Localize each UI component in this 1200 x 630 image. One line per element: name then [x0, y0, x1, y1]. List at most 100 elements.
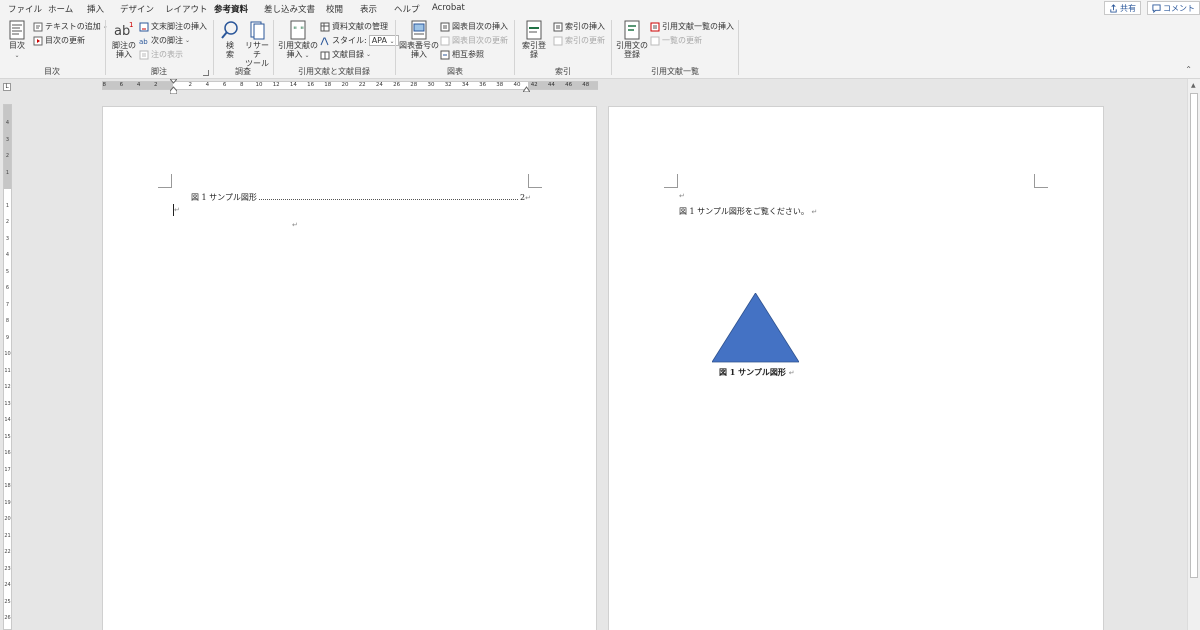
ruler-tick-label: 8 [240, 82, 244, 88]
group-label-table-of-authorities: 引用文献一覧 [651, 67, 699, 76]
chevron-down-icon: ⌄ [366, 51, 372, 58]
tab-selector[interactable]: L [3, 83, 11, 91]
paragraph-mark: ↵ [292, 221, 298, 229]
comments-button[interactable]: コメント [1147, 1, 1200, 15]
ruler-tick-label: 4 [5, 120, 10, 126]
next-footnote-button[interactable]: ab 次の脚注 ⌄ [139, 35, 190, 46]
document-page-1[interactable]: 図 1 サンプル図形 2 ↵ ↵ ↵ [102, 106, 597, 630]
ruler-tick-label: 4 [205, 82, 210, 88]
vertical-ruler[interactable]: 4 3 2 1 1 2 3 4 5 6 7 8 9 10 11 12 13 14 15 16 17 18 19 20 21 22 2… [3, 104, 12, 630]
horizontal-ruler[interactable]: 8 6 4 2 2 4 6 8 10 12 14 16 18 20 22 24 26 28 30 32 34 36 38 40… [102, 79, 598, 94]
tab-acrobat[interactable]: Acrobat [432, 3, 465, 13]
mark-citation-button[interactable]: 引用文の 登録 [616, 20, 648, 59]
ruler-tick-label: 8 [102, 82, 106, 88]
insert-table-of-figures-button[interactable]: 図表目次の挿入 [440, 21, 508, 32]
ruler-tick-label: 18 [324, 82, 332, 88]
update-toc-button[interactable]: 目次の更新 [33, 35, 85, 46]
ruler-tick-label: 36 [479, 82, 487, 88]
share-label: 共有 [1120, 3, 1136, 13]
scroll-up-icon[interactable]: ▲ [1191, 82, 1196, 89]
insert-index-label: 索引の挿入 [565, 22, 605, 31]
show-notes-icon [139, 50, 149, 59]
style-label: スタイル: [332, 36, 367, 45]
insert-endnote-button[interactable]: 文末脚注の挿入 [139, 21, 207, 32]
body-paragraph[interactable]: 図 1 サンプル図形をご覧ください。 ↵ [679, 206, 817, 217]
show-notes-button[interactable]: 注の表示 [139, 49, 183, 60]
add-text-label: テキストの追加 [45, 22, 101, 31]
tab-review[interactable]: 校閲 [326, 3, 343, 15]
ruler-tick-label: 3 [5, 235, 10, 242]
ruler-tick-label: 23 [4, 565, 11, 572]
ruler-tick-label: 14 [4, 417, 11, 423]
ruler-tick-label: 40 [513, 82, 521, 88]
search-label-1: 検 [226, 41, 234, 50]
tab-insert[interactable]: 挿入 [87, 3, 104, 15]
right-indent-marker-icon[interactable] [523, 85, 530, 92]
manage-sources-label: 資料文献の管理 [332, 22, 388, 31]
vertical-scrollbar[interactable]: ▲ [1187, 79, 1200, 630]
next-footnote-label: 次の脚注 [151, 36, 183, 45]
indent-marker-icon[interactable] [170, 79, 177, 94]
manage-sources-button[interactable]: 資料文献の管理 [320, 21, 388, 32]
ruler-tick-label: 2 [188, 82, 192, 88]
update-icon [33, 36, 43, 45]
tab-mailings[interactable]: 差し込み文書 [264, 3, 315, 15]
researcher-button[interactable]: リサーチ ツール [242, 20, 272, 68]
tab-view[interactable]: 表示 [360, 3, 377, 15]
tab-home[interactable]: ホーム [48, 3, 73, 15]
collapse-ribbon-icon[interactable]: ⌃ [1185, 65, 1192, 74]
mark-entry-button[interactable]: 索引登録 [519, 20, 549, 59]
comment-icon [1152, 3, 1161, 13]
group-research: 検索 リサーチ ツール 調査 [214, 17, 272, 79]
tab-help[interactable]: ヘルプ [394, 3, 420, 15]
ruler-tick-label: 1 [5, 202, 10, 209]
update-table-of-figures-button[interactable]: 図表目次の更新 [440, 35, 508, 46]
cross-reference-button[interactable]: 相互参照 [440, 49, 484, 60]
tab-design[interactable]: デザイン [120, 3, 154, 15]
ruler-tick-label: 21 [4, 532, 11, 539]
tab-layout[interactable]: レイアウト [165, 3, 208, 15]
ruler-tick-label: 25 [4, 598, 11, 605]
insert-footnote-button[interactable]: ab 1 脚注の 挿入 [111, 20, 137, 59]
ruler-tick-label: 17 [4, 466, 11, 473]
ruler-tick-label: 42 [530, 82, 538, 88]
ruler-tick-label: 32 [444, 82, 452, 88]
bibliography-button[interactable]: 文献目録 ⌄ [320, 49, 371, 60]
ruler-tick-label: 14 [289, 82, 297, 88]
mark-citation-label-2: 登録 [624, 50, 640, 59]
insert-table-of-authorities-button[interactable]: 引用文献一覧の挿入 [650, 21, 734, 32]
triangle-shape[interactable] [712, 293, 799, 363]
mark-citation-icon [624, 20, 640, 40]
show-notes-label: 注の表示 [151, 50, 183, 59]
add-text-button[interactable]: テキストの追加⌄ [33, 21, 108, 32]
ruler-tick-label: 26 [4, 615, 11, 621]
ruler-tick-label: 26 [393, 82, 401, 88]
insert-index-button[interactable]: 索引の挿入 [553, 21, 605, 32]
ruler-tick-label: 12 [272, 82, 280, 88]
share-button[interactable]: 共有 [1104, 1, 1141, 15]
svg-text:" ": " " [293, 26, 304, 36]
ruler-tick-label: 6 [119, 82, 124, 88]
figure-caption[interactable]: 図 1 サンプル図形 ↵ [719, 367, 795, 378]
tab-references[interactable]: 参考資料 [214, 3, 249, 19]
crop-mark [664, 174, 678, 188]
update-table-of-authorities-button[interactable]: 一覧の更新 [650, 35, 702, 46]
tab-file[interactable]: ファイル [8, 3, 42, 15]
scrollbar-thumb[interactable] [1190, 93, 1198, 578]
insert-caption-button[interactable]: 図表番号の 挿入 [399, 20, 439, 59]
paragraph-mark: ↵ [811, 208, 818, 216]
table-of-figures-entry[interactable]: 図 1 サンプル図形 2 ↵ [191, 192, 531, 203]
update-index-button[interactable]: 索引の更新 [553, 35, 605, 46]
chevron-down-icon: ⌄ [14, 52, 20, 59]
update-index-label: 索引の更新 [565, 36, 605, 45]
insert-citation-button[interactable]: " " 引用文献の 挿入 ⌄ [278, 20, 318, 60]
paragraph-mark: ↵ [788, 369, 795, 377]
document-page-2[interactable]: ↵ 図 1 サンプル図形をご覧ください。 ↵ 図 1 サンプル図形 ↵ [608, 106, 1104, 630]
ruler-tick-label: 2 [5, 219, 10, 225]
ruler-tick-label: 10 [4, 351, 11, 357]
body-text: 図 1 サンプル図形をご覧ください。 [679, 207, 809, 216]
style-selector[interactable]: スタイル: APA ⌄ [320, 35, 399, 46]
toc-button[interactable]: 目次 ⌄ [6, 20, 28, 60]
group-label-research: 調査 [235, 67, 251, 76]
search-button[interactable]: 検索 [220, 20, 240, 59]
